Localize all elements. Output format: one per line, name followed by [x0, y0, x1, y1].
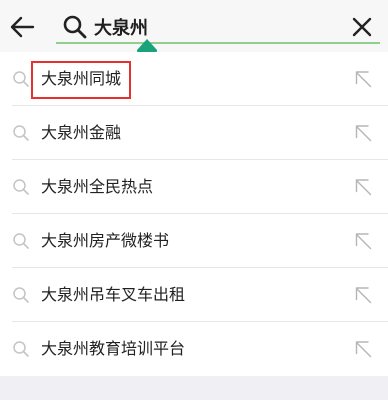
search-input[interactable]: [94, 13, 324, 41]
suggestion-item[interactable]: 大泉州房产微楼书: [0, 214, 388, 268]
fill-query-arrow-icon[interactable]: [355, 179, 372, 196]
search-icon: [13, 125, 29, 141]
suggestion-item[interactable]: 大泉州金融: [0, 106, 388, 160]
suggestion-label: 大泉州吊车叉车出租: [41, 285, 186, 304]
suggestion-item[interactable]: 大泉州全民热点: [0, 160, 388, 214]
suggestion-item[interactable]: 大泉州教育培训平台: [0, 322, 388, 376]
search-icon: [63, 15, 87, 39]
fill-query-arrow-icon[interactable]: [355, 341, 372, 358]
search-icon: [13, 179, 29, 195]
suggestion-item[interactable]: 大泉州吊车叉车出租: [0, 268, 388, 322]
back-arrow-icon[interactable]: [9, 15, 35, 39]
fill-query-arrow-icon[interactable]: [355, 71, 372, 88]
highlight-box: [31, 61, 131, 99]
search-input-underline: [56, 42, 380, 44]
suggestion-label: 大泉州房产微楼书: [41, 231, 170, 250]
search-header: [0, 0, 388, 60]
fill-query-arrow-icon[interactable]: [355, 287, 372, 304]
search-icon: [13, 287, 29, 303]
fill-query-arrow-icon[interactable]: [355, 125, 372, 142]
search-icon: [13, 71, 29, 87]
suggestion-list: 大泉州同城 大泉州金融 大泉州全民热点 大泉州房产微楼书 大泉州吊车叉车出租 大…: [0, 52, 388, 376]
search-icon: [13, 233, 29, 249]
suggestion-label: 大泉州全民热点: [41, 177, 154, 196]
search-icon: [13, 341, 29, 357]
fill-query-arrow-icon[interactable]: [355, 233, 372, 250]
suggestion-label: 大泉州金融: [41, 123, 122, 142]
clear-icon[interactable]: [352, 17, 372, 37]
suggestion-label: 大泉州教育培训平台: [41, 339, 186, 358]
